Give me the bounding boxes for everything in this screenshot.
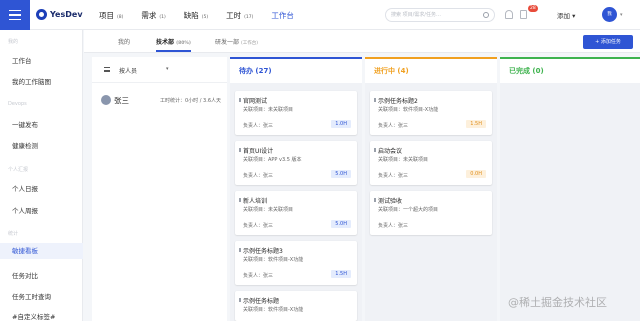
bell-icon[interactable] — [505, 10, 513, 19]
task-card[interactable]: 示例任务标题3 关联项目：软件项目-X功能 负责人：张三 1.5H — [235, 241, 357, 285]
task-title: 首页UI设计 — [238, 148, 274, 155]
column-body: 官网测试 关联项目：未关联项目 负责人：张三 1.0H 首页UI设计 关联项目：… — [230, 83, 362, 321]
task-project: 关联项目：未关联项目 — [378, 157, 429, 163]
task-owner: 负责人：张三 — [243, 223, 274, 229]
sidebar-item-compare[interactable]: 任务对比 — [12, 270, 38, 280]
sidebar-item-health[interactable]: 健康检测 — [12, 140, 38, 150]
sidebar-group-label: Devops — [8, 101, 27, 107]
sidebar-item-daily[interactable]: 个人日报 — [12, 183, 38, 193]
nav-item-bugs[interactable]: 缺陷 (5) — [184, 10, 208, 21]
task-title: 官网测试 — [238, 98, 268, 105]
add-menu-button[interactable]: 添加 ▾ — [557, 10, 575, 20]
nav-item-hours[interactable]: 工时 (17) — [226, 10, 253, 21]
sidebar-item-workbench[interactable]: 工作台 — [12, 55, 32, 65]
task-owner: 负责人：张三 — [378, 223, 409, 229]
search-icon[interactable] — [483, 12, 489, 18]
logo-mark-icon — [36, 9, 47, 20]
task-project: 关联项目：软件项目-X功能 — [243, 307, 304, 313]
task-project: 关联项目：一个超大的项目 — [378, 207, 439, 213]
sidebar-item-hour-query[interactable]: 任务工时查询 — [12, 291, 51, 301]
column-header: 待办 (27) — [230, 57, 362, 83]
avatar[interactable]: 我 — [602, 7, 617, 22]
task-hours: 0.0H — [466, 170, 486, 178]
person-hours-stat: 工时统计：0小时 / 3.6人天 — [160, 98, 221, 104]
sidebar-item-custom-tag[interactable]: #自定义标签# — [12, 311, 55, 321]
logo-text: YesDev — [50, 10, 83, 19]
task-hours: 1.5H — [466, 120, 486, 128]
task-project: 关联项目：软件项目-X功能 — [378, 107, 439, 113]
person-name: 张三 — [114, 96, 129, 105]
sidebar-group-label: 个人汇报 — [8, 167, 29, 173]
column-body: 示例任务标题2 关联项目：软件项目-X功能 负责人：张三 1.5H 启动会议 关… — [365, 83, 497, 321]
task-project: 关联项目：软件项目-X功能 — [243, 257, 304, 263]
task-title: 示例任务标题3 — [239, 248, 283, 255]
sidebar-group-label: 我的 — [8, 39, 19, 45]
column-header: 已完成 (0) — [500, 57, 640, 83]
task-project: 关联项目：未关联项目 — [243, 107, 294, 113]
task-owner: 负责人：张三 — [378, 173, 409, 179]
task-card[interactable]: 启动会议 关联项目：未关联项目 负责人：张三 0.0H — [370, 141, 492, 185]
task-title: 测试验收 — [373, 198, 403, 205]
sidebar-item-deploy[interactable]: 一键发布 — [12, 119, 38, 129]
task-hours: 1.0H — [331, 120, 351, 128]
task-card[interactable]: 示例任务标题 关联项目：软件项目-X功能 — [235, 291, 357, 321]
list-icon — [104, 67, 110, 72]
sidebar-item-mindmap[interactable]: 我的工作脑图 — [12, 76, 51, 86]
logo[interactable]: YesDev — [36, 9, 83, 20]
task-owner: 负责人：张三 — [243, 273, 274, 279]
nav-item-workbench[interactable]: 工作台 — [271, 10, 294, 21]
chevron-down-icon[interactable]: ▾ — [166, 66, 169, 72]
task-owner: 负责人：张三 — [243, 173, 274, 179]
task-title: 示例任务标题2 — [374, 98, 418, 105]
task-owner: 负责人：张三 — [243, 123, 274, 129]
sidebar: 我的 工作台 我的工作脑图 Devops 一键发布 健康检测 个人汇报 个人日报… — [0, 30, 83, 321]
column-todo: 待办 (27) 官网测试 关联项目：未关联项目 负责人：张三 1.0H 首页UI… — [230, 57, 362, 321]
notification-badge: 28 — [528, 5, 538, 12]
task-card[interactable]: 新人培训 关联项目：未关联项目 负责人：张三 5.0H — [235, 191, 357, 235]
task-title: 示例任务标题 — [238, 298, 280, 305]
group-by-select[interactable]: 按人员 — [119, 66, 137, 75]
task-hours: 5.0H — [331, 220, 351, 228]
add-task-button[interactable]: + 添加任务 — [583, 35, 633, 49]
task-card[interactable]: 测试验收 关联项目：一个超大的项目 负责人：张三 — [370, 191, 492, 235]
column-in-progress: 进行中 (4) 示例任务标题2 关联项目：软件项目-X功能 负责人：张三 1.5… — [365, 57, 497, 321]
tab-mine[interactable]: 我的 — [118, 37, 130, 46]
task-title: 新人培训 — [238, 198, 268, 205]
column-body — [500, 83, 640, 321]
sidebar-group-label: 统计 — [8, 231, 19, 237]
menu-icon[interactable] — [0, 0, 30, 30]
task-hours: 5.0H — [331, 170, 351, 178]
task-card[interactable]: 首页UI设计 关联项目：APP v3.5 版本 负责人：张三 5.0H — [235, 141, 357, 185]
tab-rd-dept-1[interactable]: 研发一部 (工作台) — [215, 37, 258, 46]
task-owner: 负责人：张三 — [378, 123, 409, 129]
task-project: 关联项目：APP v3.5 版本 — [243, 157, 302, 163]
tab-bar: 我的 技术部 (80%) 研发一部 (工作台) — [84, 30, 640, 53]
task-project: 关联项目：未关联项目 — [243, 207, 294, 213]
task-hours: 1.5H — [331, 270, 351, 278]
tab-tech-dept[interactable]: 技术部 (80%) — [156, 37, 191, 52]
column-done: 已完成 (0) — [500, 57, 640, 321]
task-card[interactable]: 官网测试 关联项目：未关联项目 负责人：张三 1.0H — [235, 91, 357, 135]
top-bar: YesDev 项目 (8) 需求 (1) 缺陷 (5) 工时 (17) 工作台 搜索 项… — [0, 0, 640, 30]
nav-item-requirements[interactable]: 需求 (1) — [141, 10, 165, 21]
avatar — [101, 95, 111, 105]
sidebar-item-weekly[interactable]: 个人周报 — [12, 205, 38, 215]
task-title: 启动会议 — [373, 148, 403, 155]
search-input[interactable]: 搜索 项目/需求/任务… — [385, 8, 495, 22]
sidebar-item-kanban[interactable]: 敏捷看板 — [0, 243, 83, 259]
assignee-header: 按人员 ▾ — [92, 57, 227, 83]
column-title: 待办 (27) — [239, 67, 272, 75]
task-card[interactable]: 示例任务标题2 关联项目：软件项目-X功能 负责人：张三 1.5H — [370, 91, 492, 135]
clipboard-icon[interactable] — [520, 10, 527, 19]
column-header: 进行中 (4) — [365, 57, 497, 83]
search-placeholder: 搜索 项目/需求/任务… — [391, 12, 441, 18]
column-title: 进行中 (4) — [374, 67, 409, 75]
nav-item-projects[interactable]: 项目 (8) — [99, 10, 123, 21]
assignee-column: 按人员 ▾ 张三 工时统计：0小时 / 3.6人天 — [92, 57, 227, 321]
main-nav: 项目 (8) 需求 (1) 缺陷 (5) 工时 (17) 工作台 — [99, 0, 312, 30]
watermark: @稀土掘金技术社区 — [508, 296, 607, 309]
chevron-down-icon[interactable]: ▾ — [620, 12, 623, 18]
column-title: 已完成 (0) — [509, 67, 544, 75]
